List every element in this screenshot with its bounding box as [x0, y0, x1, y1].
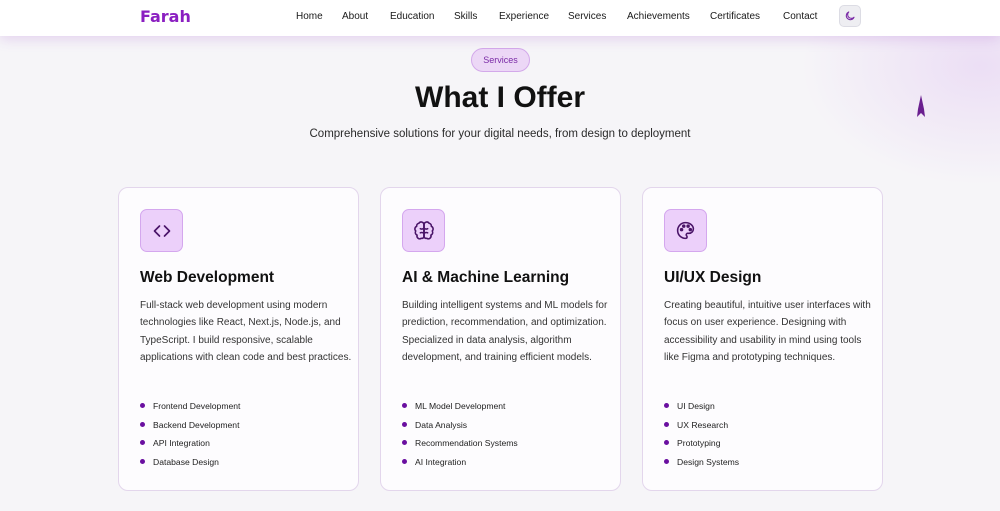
section-badge: Services [471, 48, 530, 72]
nav-link-home[interactable]: Home [296, 11, 342, 22]
brain-icon [413, 220, 434, 240]
card-title: Web Development [140, 269, 275, 286]
nav-links: Home About Education Skills Experience S… [296, 11, 827, 22]
card-description: Building intelligent systems and ML mode… [402, 300, 608, 364]
nav-link-about[interactable]: About [342, 11, 390, 22]
service-card-ai-ml: AI & Machine Learning Building intellige… [380, 187, 621, 491]
list-item: API Integration [140, 436, 240, 455]
navbar: Farah Home About Education Skills Experi… [0, 0, 1000, 36]
theme-toggle-button[interactable] [839, 5, 861, 27]
card-feature-list: Frontend Development Backend Development… [140, 399, 240, 473]
moon-icon [845, 11, 855, 21]
section-title: What I Offer [415, 81, 585, 114]
list-item: Recommendation Systems [402, 436, 518, 455]
card-icon-box [664, 209, 707, 252]
card-description: Creating beautiful, intuitive user inter… [664, 300, 871, 364]
code-icon [153, 224, 170, 237]
list-item: Database Design [140, 455, 240, 474]
nav-link-education[interactable]: Education [390, 11, 454, 22]
service-card-web-development: Web Development Full-stack web developme… [118, 187, 359, 491]
nav-link-experience[interactable]: Experience [499, 11, 568, 22]
nav-link-services[interactable]: Services [568, 11, 627, 22]
list-item: UX Research [664, 418, 739, 437]
card-feature-list: UI Design UX Research Prototyping Design… [664, 399, 739, 473]
list-item: Design Systems [664, 455, 739, 474]
nav-link-certificates[interactable]: Certificates [710, 11, 783, 22]
card-feature-list: ML Model Development Data Analysis Recom… [402, 399, 518, 473]
brand-logo[interactable]: Farah [140, 7, 191, 26]
section-subtitle: Comprehensive solutions for your digital… [309, 128, 691, 140]
list-item: Frontend Development [140, 399, 240, 418]
service-card-ui-ux: UI/UX Design Creating beautiful, intuiti… [642, 187, 883, 491]
list-item: UI Design [664, 399, 739, 418]
card-title: AI & Machine Learning [402, 269, 570, 286]
nav-link-contact[interactable]: Contact [783, 11, 827, 22]
list-item: ML Model Development [402, 399, 518, 418]
palette-icon [676, 221, 695, 240]
card-icon-box [140, 209, 183, 252]
list-item: Prototyping [664, 436, 739, 455]
list-item: Backend Development [140, 418, 240, 437]
card-icon-box [402, 209, 445, 252]
nav-link-skills[interactable]: Skills [454, 11, 499, 22]
card-description: Full-stack web development using modern … [140, 300, 352, 364]
card-title: UI/UX Design [664, 269, 762, 286]
list-item: Data Analysis [402, 418, 518, 437]
nav-link-achievements[interactable]: Achievements [627, 11, 710, 22]
list-item: AI Integration [402, 455, 518, 474]
